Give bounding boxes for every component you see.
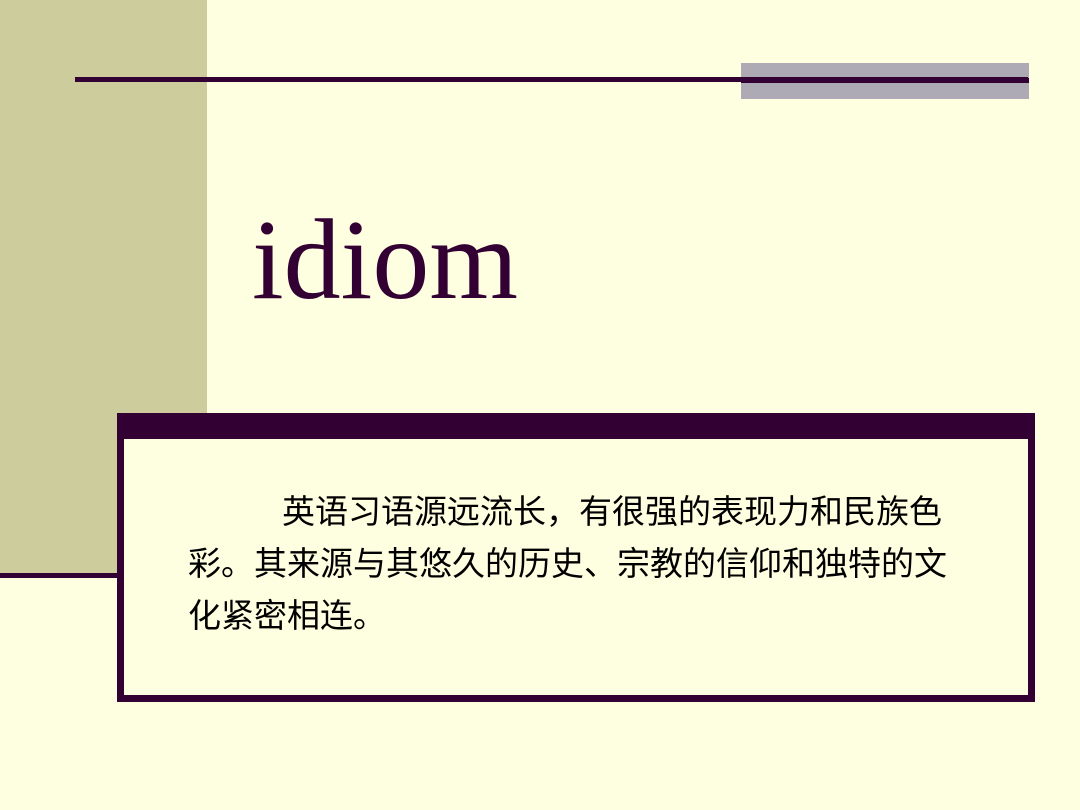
slide: idiom 英语习语源远流长，有很强的表现力和民族色彩。其来源与其悠久的历史、宗…: [0, 0, 1080, 810]
top-accent-rule: [741, 78, 1029, 83]
body-paragraph: 英语习语源远流长，有很强的表现力和民族色彩。其来源与其悠久的历史、宗教的信仰和独…: [188, 492, 947, 635]
left-band-rule: [0, 573, 120, 578]
slide-title: idiom: [252, 196, 519, 323]
